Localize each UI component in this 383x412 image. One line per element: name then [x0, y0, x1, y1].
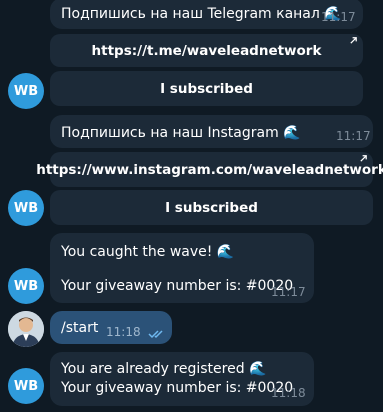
message-line-2: Your giveaway number is: #0020: [61, 380, 294, 396]
message-time: 11:17: [271, 285, 306, 299]
button-label: I subscribed: [165, 199, 258, 216]
bot-avatar[interactable]: WB: [8, 368, 44, 404]
external-link-icon: [350, 37, 357, 44]
avatar-initials: WB: [13, 278, 39, 294]
message-bubble-instagram: Подпишись на наш Instagram 🌊 11:17: [50, 115, 373, 148]
telegram-link-button[interactable]: https://t.me/waveleadnetwork: [50, 34, 363, 67]
message-text: Подпишись на наш Instagram 🌊: [61, 125, 301, 141]
avatar-initials: WB: [13, 83, 39, 99]
message-time: 11:18: [106, 325, 141, 339]
bot-avatar[interactable]: WB: [8, 190, 44, 226]
instagram-link-label: https://www.instagram.com/waveleadnetwor…: [36, 161, 383, 178]
message-line-1: You caught the wave! 🌊: [61, 244, 235, 260]
external-link-icon: [360, 155, 367, 162]
avatar-initials: WB: [13, 378, 39, 394]
message-text: Подпишись на наш Telegram канал 🌊: [61, 6, 342, 22]
start-command-link[interactable]: /start: [61, 319, 98, 338]
message-bubble-telegram: Подпишись на наш Telegram канал 🌊 11:17: [50, 0, 363, 29]
message-time: 11:17: [321, 10, 356, 24]
message-time: 11:18: [271, 386, 306, 400]
i-subscribed-button[interactable]: I subscribed: [50, 190, 373, 225]
user-avatar[interactable]: [8, 311, 44, 347]
bot-avatar[interactable]: WB: [8, 73, 44, 109]
bot-avatar[interactable]: WB: [8, 268, 44, 304]
avatar-initials: WB: [13, 200, 39, 216]
user-photo-icon: [8, 311, 44, 347]
outgoing-message-start: /start 11:18: [50, 311, 172, 344]
i-subscribed-button[interactable]: I subscribed: [50, 71, 363, 106]
read-checkmarks-icon: [148, 330, 163, 339]
message-time: 11:17: [336, 129, 371, 143]
message-bubble-already-registered: You are already registered 🌊 Your giveaw…: [50, 352, 314, 406]
message-line-1: You are already registered 🌊: [61, 361, 267, 377]
instagram-link-button[interactable]: https://www.instagram.com/waveleadnetwor…: [36, 152, 383, 187]
message-bubble-caught-wave: You caught the wave! 🌊 Your giveaway num…: [50, 233, 314, 303]
message-line-2: Your giveaway number is: #0020: [61, 278, 294, 294]
telegram-link-label: https://t.me/waveleadnetwork: [91, 42, 322, 59]
button-label: I subscribed: [160, 80, 253, 97]
